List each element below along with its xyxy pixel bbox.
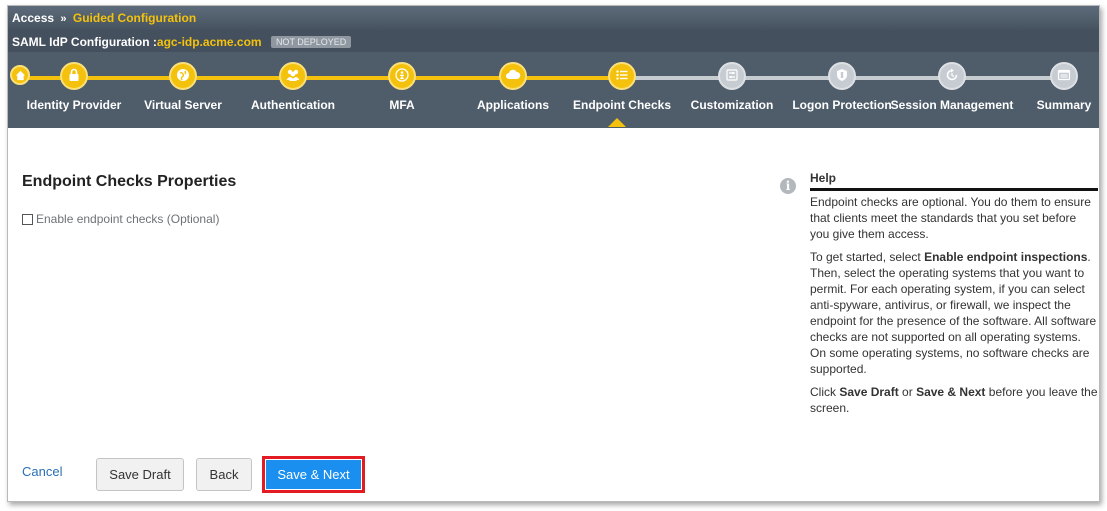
globe-icon [175, 67, 191, 86]
config-host: agc-idp.acme.com [156, 35, 262, 49]
list-icon [614, 67, 630, 86]
breadcrumb-current: Guided Configuration [72, 11, 197, 25]
lock-icon [66, 67, 82, 86]
wizard-step-summary[interactable]: Summary [994, 62, 1099, 112]
config-label: SAML IdP Configuration : [12, 35, 157, 49]
refresh-icon [944, 67, 960, 86]
step-label: Summary [1036, 98, 1092, 112]
back-button[interactable]: Back [196, 458, 252, 491]
help-paragraph-1: Endpoint checks are optional. You do the… [810, 195, 1091, 241]
window-icon [1056, 67, 1072, 86]
config-bar: SAML IdP Configuration :agc-idp.acme.com… [8, 30, 1099, 52]
help-paragraph-2: To get started, select Enable endpoint i… [810, 250, 1097, 376]
enable-endpoint-checks-checkbox[interactable] [22, 213, 33, 225]
checkbox-label[interactable]: Enable endpoint checks (Optional) [36, 212, 219, 226]
info-icon: i [780, 178, 796, 194]
wizard-progress: Identity Provider Virtual Server Authent… [8, 52, 1099, 128]
status-badge: NOT DEPLOYED [270, 36, 352, 48]
cloud-icon [505, 67, 521, 86]
users-icon [285, 67, 301, 86]
breadcrumb: Access » Guided Configuration [8, 6, 1099, 30]
person-icon [394, 67, 410, 86]
breadcrumb-root[interactable]: Access [12, 11, 54, 25]
current-step-caret [608, 118, 626, 127]
save-next-button[interactable]: Save & Next [266, 460, 361, 489]
sliders-icon [724, 67, 740, 86]
shield-icon [834, 67, 850, 86]
breadcrumb-separator: » [60, 13, 67, 25]
save-next-highlight: Save & Next [262, 456, 365, 493]
save-draft-button[interactable]: Save Draft [96, 458, 184, 491]
enable-endpoint-checks-row[interactable]: Enable endpoint checks (Optional) [22, 212, 219, 226]
page-title: Endpoint Checks Properties [22, 173, 237, 190]
help-paragraph-3: Click Save Draft or Save & Next before y… [810, 385, 1098, 415]
app-frame: Access » Guided Configuration SAML IdP C… [7, 5, 1100, 502]
cancel-link[interactable]: Cancel [22, 464, 62, 479]
help-panel: Help Endpoint checks are optional. You d… [810, 170, 1098, 423]
help-heading: Help [810, 170, 1098, 191]
